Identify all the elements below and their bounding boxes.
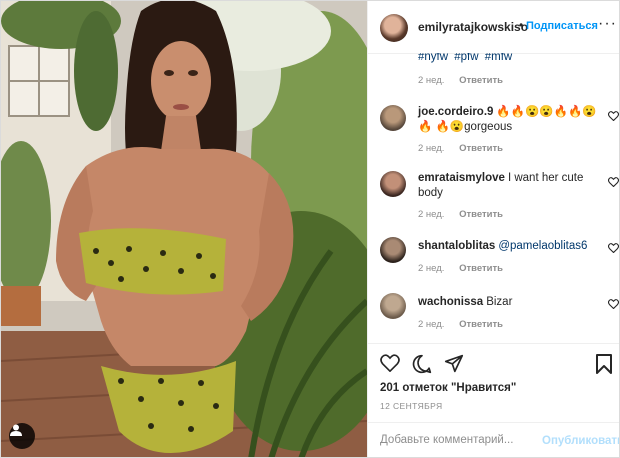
photo-illustration [1, 1, 367, 457]
comment-username[interactable]: joe.cordeiro.9 [418, 106, 493, 118]
comment-body: emrataismylove I want her cute body [418, 171, 598, 201]
post-photo[interactable] [1, 1, 367, 457]
hashtag-link[interactable]: #nyfw [418, 53, 448, 63]
hashtag-link[interactable]: #mfw [485, 53, 512, 63]
comment-input[interactable] [380, 434, 540, 446]
comment-icon[interactable] [412, 354, 432, 374]
heart-outline-icon[interactable] [608, 299, 619, 309]
heart-outline-icon[interactable] [608, 243, 619, 253]
comment-meta: 2 нед. Ответить [418, 209, 515, 220]
heart-outline-icon[interactable] [608, 177, 619, 187]
post-actions: 201 отметок "Нравится" 12 СЕНТЯБРЯ Опубл… [368, 343, 619, 457]
comment-body: joe.cordeiro.9 🔥🔥😮😮🔥🔥😮🔥 🔥😮gorgeous [418, 105, 598, 135]
post-sidebar: emilyratajkowskiso • Подписаться ··· #ny… [367, 1, 619, 457]
heart-outline-icon[interactable] [608, 111, 619, 121]
publish-button[interactable]: Опубликовать [542, 435, 619, 447]
heart-icon[interactable] [380, 354, 400, 372]
comment-time[interactable]: 2 нед. [418, 319, 444, 330]
follow-button[interactable]: Подписаться [526, 20, 598, 32]
comment-avatar[interactable] [380, 237, 406, 263]
comment-mention[interactable]: @pamelaoblitas6 [498, 240, 587, 252]
comment-avatar[interactable] [380, 105, 406, 131]
comment-time[interactable]: 2 нед. [418, 209, 444, 220]
caption-time[interactable]: 2 нед. [418, 75, 444, 86]
post-date[interactable]: 12 СЕНТЯБРЯ [380, 401, 443, 411]
bookmark-icon[interactable] [596, 354, 612, 374]
more-options-icon[interactable]: ··· [598, 15, 617, 33]
comment-reply-button[interactable]: Ответить [459, 209, 503, 220]
comments-list[interactable]: #nyfw #pfw #mfw 2 нед. Ответить joe.cord… [368, 53, 619, 343]
comment-time[interactable]: 2 нед. [418, 263, 444, 274]
post-modal: emilyratajkowskiso • Подписаться ··· #ny… [0, 0, 620, 458]
comment-username[interactable]: emrataismylove [418, 172, 505, 184]
comment-reply-button[interactable]: Ответить [459, 319, 503, 330]
caption-hashtags: #nyfw #pfw #mfw [418, 53, 515, 63]
tag-person-button[interactable] [9, 423, 35, 449]
caption-reply-button[interactable]: Ответить [459, 75, 503, 86]
comment-reply-button[interactable]: Ответить [459, 263, 503, 274]
author-username[interactable]: emilyratajkowskiso [418, 20, 528, 34]
add-comment-bar: Опубликовать [368, 422, 619, 457]
comment-body: shantaloblitas @pamelaoblitas6 [418, 239, 598, 254]
comment-meta: 2 нед. Ответить [418, 263, 515, 274]
comment-avatar[interactable] [380, 171, 406, 197]
comment-username[interactable]: shantaloblitas [418, 240, 495, 252]
comment-meta: 2 нед. Ответить [418, 143, 515, 154]
comment-text: Bizar [486, 296, 513, 308]
comment-username[interactable]: wachonissa [418, 296, 483, 308]
header-separator: • [519, 18, 524, 32]
person-tag-icon [10, 424, 22, 436]
caption-meta: 2 нед. Ответить [418, 75, 515, 86]
comment-body: wachonissa Bizar [418, 295, 598, 310]
comment-reply-button[interactable]: Ответить [459, 143, 503, 154]
post-header: emilyratajkowskiso • Подписаться ··· [368, 1, 619, 54]
comment-time[interactable]: 2 нед. [418, 143, 444, 154]
comment-avatar[interactable] [380, 293, 406, 319]
comment-meta: 2 нед. Ответить [418, 319, 515, 330]
hashtag-link[interactable]: #pfw [454, 53, 478, 63]
share-icon[interactable] [444, 354, 464, 373]
author-avatar[interactable] [380, 14, 408, 42]
likes-count[interactable]: 201 отметок "Нравится" [380, 382, 516, 394]
